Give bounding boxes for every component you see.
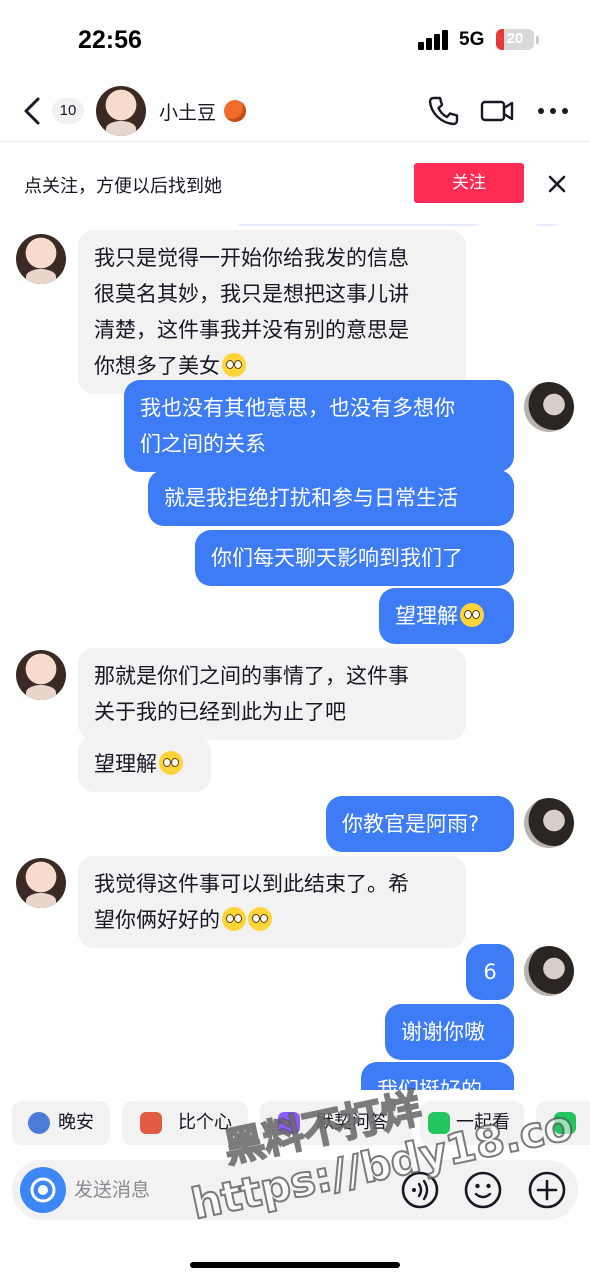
- heart-gesture-icon: [140, 1112, 162, 1134]
- message-line: 你教官是阿雨?: [342, 812, 480, 836]
- message-line: 我们挺好的: [377, 1078, 482, 1090]
- message-bubble-outgoing[interactable]: 就是我拒绝打扰和参与日常生活: [148, 470, 514, 526]
- flushed-face-emoji-icon: [222, 353, 246, 377]
- message-bubble-outgoing[interactable]: 你教官是阿雨?: [326, 796, 514, 852]
- battery-icon: 20: [496, 29, 534, 50]
- quick-reply-label: 比个心: [178, 1112, 232, 1133]
- follow-button[interactable]: 关注: [414, 163, 524, 203]
- quick-reply-chip[interactable]: 默契问答: [260, 1101, 412, 1145]
- quick-reply-label: 一起看: [456, 1112, 510, 1133]
- message-line: 就是我拒绝打扰和参与日常生活: [164, 486, 458, 510]
- moon-icon: [28, 1112, 50, 1134]
- message-line: 我也没有其他意思，也没有多想你: [140, 396, 455, 420]
- battery-level: 20: [506, 30, 524, 47]
- message-bubble-outgoing[interactable]: 谢谢你嗷: [385, 1004, 514, 1060]
- message-bubble-incoming[interactable]: 望理解: [78, 736, 211, 792]
- message-line: 望理解: [395, 604, 458, 628]
- contact-message-avatar[interactable]: [16, 858, 66, 908]
- message-bubble-outgoing[interactable]: 你们每天聊天影响到我们了: [195, 530, 514, 586]
- contact-avatar[interactable]: [96, 86, 146, 136]
- my-message-avatar[interactable]: [524, 382, 574, 432]
- message-line: 关于我的已经到此为止了吧: [94, 700, 346, 724]
- unread-count-badge[interactable]: 10: [52, 98, 84, 124]
- voice-message-icon[interactable]: [399, 1169, 441, 1211]
- quick-reply-label: 默契问答: [316, 1112, 388, 1133]
- message-bubble-incoming[interactable]: 我只是觉得一开始你给我发的信息 很莫名其妙，我只是想把这事儿讲 清楚，这件事我并…: [78, 230, 466, 394]
- video-call-icon[interactable]: [480, 94, 514, 128]
- signal-icon: [418, 30, 450, 50]
- video-call-icon: [554, 1112, 576, 1134]
- my-message-avatar[interactable]: [524, 798, 574, 848]
- close-icon[interactable]: [546, 173, 568, 195]
- camera-button[interactable]: [20, 1167, 66, 1213]
- question-card-icon: [278, 1112, 300, 1134]
- contact-message-avatar[interactable]: [16, 650, 66, 700]
- message-line: 望理解: [94, 752, 157, 776]
- message-line: 那就是你们之间的事情了，这件事: [94, 664, 409, 688]
- quick-reply-bar: 晚安 比个心 默契问答 一起看 视频: [0, 1098, 590, 1148]
- message-bubble-outgoing[interactable]: 望理解: [379, 588, 514, 644]
- network-type: 5G: [459, 29, 485, 50]
- contact-name[interactable]: 小土豆: [159, 98, 216, 125]
- quick-reply-chip[interactable]: 比个心: [122, 1101, 248, 1145]
- previous-avatar-edge: [536, 224, 556, 226]
- flushed-face-emoji-icon: [248, 907, 272, 931]
- message-bubble-incoming[interactable]: 我觉得这件事可以到此结束了。希 望你俩好好的: [78, 856, 466, 948]
- chat-header: 10 小土豆: [0, 80, 590, 142]
- status-bar: 22:56 5G 20: [0, 0, 590, 80]
- status-time: 22:56: [78, 26, 142, 54]
- message-list[interactable]: 我只是觉得一开始你给我发的信息 很莫名其妙，我只是想把这事儿讲 清楚，这件事我并…: [0, 224, 590, 1090]
- message-line: 们之间的关系: [140, 432, 266, 456]
- message-line: 你想多了美女: [94, 354, 220, 378]
- more-options-icon[interactable]: [536, 94, 570, 128]
- basketball-icon: [224, 100, 246, 122]
- message-composer: [12, 1160, 578, 1220]
- follow-prompt-bar: 点关注，方便以后找到她 关注: [0, 142, 590, 224]
- my-message-avatar[interactable]: [524, 946, 574, 996]
- back-arrow-icon[interactable]: [20, 96, 44, 126]
- message-line: 我觉得这件事可以到此结束了。希: [94, 872, 409, 896]
- message-input[interactable]: [74, 1170, 374, 1210]
- message-line: 我只是觉得一开始你给我发的信息: [94, 246, 409, 270]
- quick-reply-chip[interactable]: 视频: [536, 1101, 590, 1145]
- quick-reply-chip[interactable]: 晚安: [12, 1101, 110, 1145]
- contact-message-avatar[interactable]: [16, 234, 66, 284]
- quick-reply-label: 晚安: [58, 1112, 94, 1133]
- battery-cap: [536, 36, 539, 44]
- emoji-picker-icon[interactable]: [462, 1169, 504, 1211]
- camera-icon: [30, 1177, 56, 1203]
- quick-reply-chip[interactable]: 一起看: [420, 1101, 524, 1145]
- phone-call-icon[interactable]: [426, 94, 460, 128]
- message-bubble-incoming[interactable]: 那就是你们之间的事情了，这件事 关于我的已经到此为止了吧: [78, 648, 466, 740]
- previous-message-edge: [238, 224, 478, 226]
- watch-together-icon: [428, 1112, 450, 1134]
- plus-icon[interactable]: [526, 1169, 568, 1211]
- flushed-face-emoji-icon: [159, 751, 183, 775]
- follow-prompt-text: 点关注，方便以后找到她: [24, 176, 222, 197]
- message-line: 谢谢你嗷: [401, 1020, 485, 1044]
- message-line: 望你俩好好的: [94, 908, 220, 932]
- message-line: 清楚，这件事我并没有别的意思是: [94, 318, 409, 342]
- flushed-face-emoji-icon: [460, 603, 484, 627]
- home-indicator[interactable]: [190, 1262, 400, 1268]
- message-line: 你们每天聊天影响到我们了: [211, 546, 463, 570]
- message-bubble-outgoing[interactable]: 6: [466, 944, 514, 1000]
- message-bubble-outgoing[interactable]: 我也没有其他意思，也没有多想你 们之间的关系: [124, 380, 514, 472]
- message-line: 很莫名其妙，我只是想把这事儿讲: [94, 282, 409, 306]
- message-line: 6: [483, 960, 497, 984]
- message-bubble-outgoing[interactable]: 我们挺好的: [361, 1062, 514, 1090]
- flushed-face-emoji-icon: [222, 907, 246, 931]
